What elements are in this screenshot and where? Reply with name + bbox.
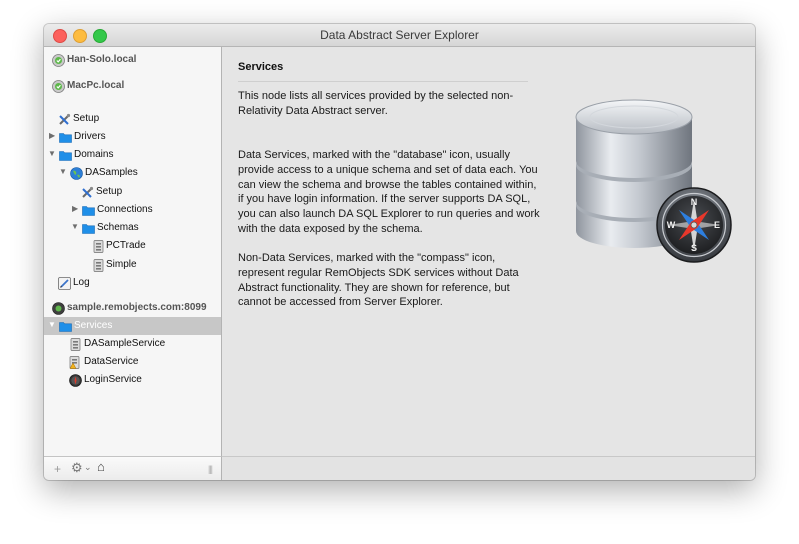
title-divider xyxy=(238,81,528,82)
tools-icon xyxy=(57,112,71,126)
tree-item-label: MacPc.local xyxy=(67,80,125,91)
gear-icon[interactable]: ⚙ xyxy=(71,460,83,476)
app-window: Data Abstract Server Explorer Han-Solo.l… xyxy=(44,24,755,480)
tree-item-label: LoginService xyxy=(84,374,142,385)
folder-icon xyxy=(58,148,72,162)
database-icon xyxy=(68,337,82,351)
resize-grip-icon[interactable]: ||| xyxy=(208,464,213,474)
folder-icon xyxy=(81,221,95,235)
tree-item-label: Services xyxy=(74,320,113,331)
tree-item-drivers[interactable]: ▶ Drivers xyxy=(44,128,221,146)
disclosure-collapsed-icon[interactable]: ▶ xyxy=(49,131,55,140)
tree-item-label: Drivers xyxy=(74,131,106,142)
folder-icon xyxy=(81,203,95,217)
tree-item-label: Domains xyxy=(74,149,114,160)
compass-icon xyxy=(68,373,82,387)
tree-item-connections[interactable]: ▶ Connections xyxy=(44,201,221,219)
title-bar[interactable]: Data Abstract Server Explorer xyxy=(44,24,755,47)
tree-item-han-solo[interactable]: Han-Solo.local xyxy=(44,51,221,69)
tree-item-setup[interactable]: Setup xyxy=(44,183,221,201)
tree-item-services[interactable]: ▼ Services xyxy=(44,317,221,335)
tree-item-log[interactable]: Log xyxy=(44,274,221,292)
bonjour-server-icon xyxy=(51,79,65,93)
disclosure-expanded-icon[interactable]: ▼ xyxy=(71,222,79,231)
tree-item-domains[interactable]: ▼ Domains xyxy=(44,146,221,164)
gear-menu-chevron-icon[interactable]: ⌄ xyxy=(84,462,92,473)
tree-item-setup[interactable]: Setup xyxy=(44,110,221,128)
add-button[interactable]: + xyxy=(54,462,61,476)
log-icon xyxy=(57,276,71,290)
compass-letter-s: S xyxy=(691,243,697,253)
tree-item-loginservice[interactable]: LoginService xyxy=(44,371,221,389)
detail-pane: Services This node lists all services pr… xyxy=(222,47,755,456)
folder-icon xyxy=(58,130,72,144)
disclosure-expanded-icon[interactable]: ▼ xyxy=(48,320,56,329)
disclosure-expanded-icon[interactable]: ▼ xyxy=(59,167,67,176)
tree-item-schemas[interactable]: ▼ Schemas xyxy=(44,219,221,237)
disclosure-collapsed-icon[interactable]: ▶ xyxy=(72,204,78,213)
tree-item-label: DASampleService xyxy=(84,338,166,349)
page-title: Services xyxy=(238,61,284,73)
database-with-compass-icon: N E S W xyxy=(575,99,732,263)
tree-item-sample-server[interactable]: sample.remobjects.com:8099 xyxy=(44,299,221,317)
home-icon[interactable]: ⌂ xyxy=(97,459,105,474)
tools-icon xyxy=(80,185,94,199)
tree-item-simple[interactable]: Simple xyxy=(44,256,221,274)
tree-item-macpc[interactable]: MacPc.local xyxy=(44,77,221,95)
tree-item-label: DataService xyxy=(84,356,139,367)
bonjour-server-icon xyxy=(51,53,65,67)
tree-item-dasampleservice[interactable]: DASampleService xyxy=(44,335,221,353)
remote-server-icon xyxy=(51,301,65,315)
disclosure-expanded-icon[interactable]: ▼ xyxy=(48,149,56,158)
schema-icon xyxy=(91,239,105,253)
tree-item-dataservice[interactable]: DataService xyxy=(44,353,221,371)
tree-item-label: Simple xyxy=(106,259,137,270)
folder-icon xyxy=(58,319,72,333)
tree-item-label: Log xyxy=(73,277,90,288)
compass-letter-n: N xyxy=(691,197,698,207)
globe-icon xyxy=(69,166,83,180)
compass-letter-w: W xyxy=(667,220,676,230)
tree-item-label: DASamples xyxy=(85,167,138,178)
tree-item-label: Setup xyxy=(73,113,100,124)
sidebar-toolbar: + ⚙ ⌄ ⌂ ||| xyxy=(44,456,222,480)
compass-letter-e: E xyxy=(714,220,720,230)
non-data-services-paragraph: Non-Data Services, marked with the "comp… xyxy=(238,252,519,309)
tree-item-label: Connections xyxy=(97,204,153,215)
tree-item-label: Setup xyxy=(96,186,123,197)
sidebar-tree[interactable]: Han-Solo.local MacPc.local Setup ▶ Drive… xyxy=(44,47,222,456)
window-title: Data Abstract Server Explorer xyxy=(320,28,479,42)
data-services-paragraph: Data Services, marked with the "database… xyxy=(238,149,540,235)
tree-item-pctrade[interactable]: PCTrade xyxy=(44,237,221,255)
tree-item-dasamples[interactable]: ▼ DASamples xyxy=(44,164,221,182)
intro-paragraph: This node lists all services provided by… xyxy=(238,90,514,117)
database-warning-icon xyxy=(68,355,82,369)
tree-item-label: sample.remobjects.com:8099 xyxy=(67,302,207,313)
detail-status-bar xyxy=(222,456,755,480)
schema-icon xyxy=(91,258,105,272)
tree-item-label: PCTrade xyxy=(106,240,146,251)
tree-item-label: Han-Solo.local xyxy=(67,54,137,65)
tree-item-label: Schemas xyxy=(97,222,139,233)
